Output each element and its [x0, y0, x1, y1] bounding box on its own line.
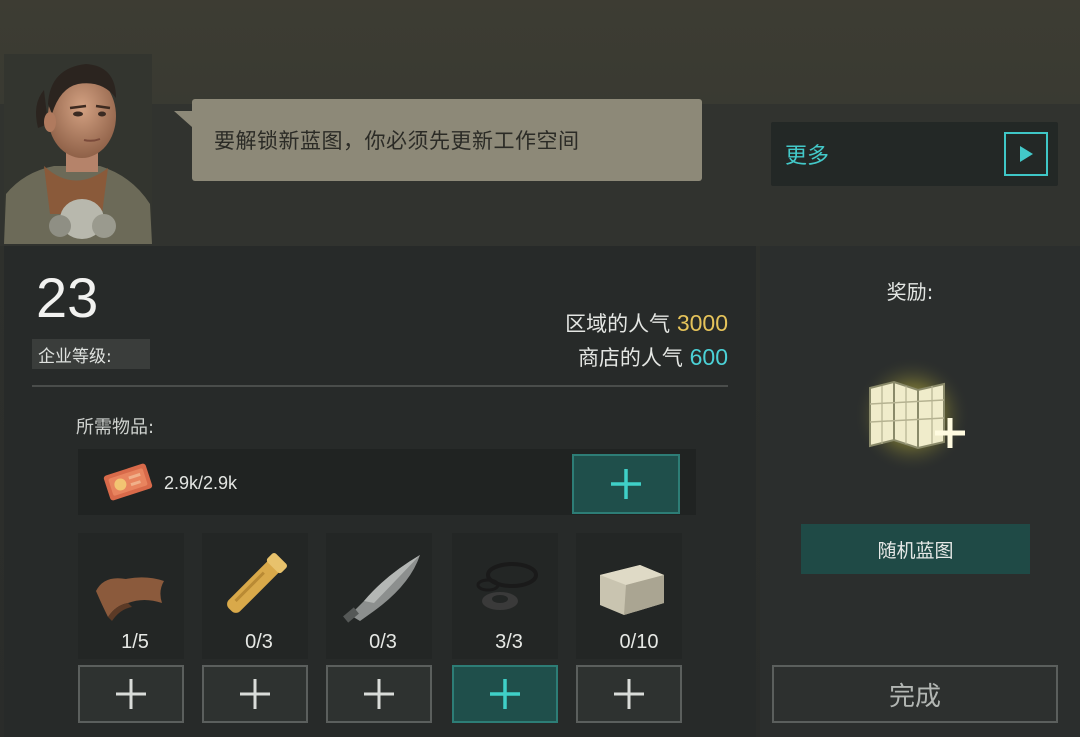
add-currency-button[interactable]	[572, 454, 680, 514]
reward-title: 奖励:	[886, 280, 934, 304]
background-top	[0, 0, 1080, 104]
stone-block-icon	[600, 565, 664, 615]
ticket-currency-icon	[103, 463, 153, 501]
plus-icon	[490, 679, 520, 709]
gasket-rings-icon	[476, 562, 538, 610]
npc-portrait	[4, 54, 152, 244]
add-gaskets-button[interactable]	[452, 665, 558, 723]
store-popularity-value: 600	[689, 344, 728, 370]
add-leather-button[interactable]	[78, 665, 184, 723]
item-count: 3/3	[495, 631, 523, 653]
plus-icon	[240, 679, 270, 709]
dialog-message: 要解锁新蓝图，你必须先更新工作空间	[214, 129, 580, 153]
blueprint-map-plus-icon	[854, 357, 970, 473]
play-triangle-icon	[1004, 132, 1048, 176]
region-popularity-value: 3000	[676, 310, 728, 336]
currency-amount: 2.9k/2.9k	[164, 473, 238, 493]
add-blade-button[interactable]	[326, 665, 432, 723]
item-count: 0/3	[245, 631, 273, 653]
item-count: 1/5	[121, 631, 149, 653]
divider	[32, 385, 728, 387]
leather-icon	[96, 577, 164, 621]
more-label: 更多	[785, 144, 830, 169]
required-items-title: 所需物品:	[76, 417, 155, 438]
add-stone-button[interactable]	[576, 665, 682, 723]
item-count: 0/3	[369, 631, 397, 653]
plus-icon	[116, 679, 146, 709]
knife-blade-icon	[343, 555, 420, 623]
region-popularity-label: 区域的人气	[565, 312, 671, 336]
company-level-value: 23	[36, 266, 99, 329]
done-button[interactable]: 完成	[772, 665, 1058, 723]
wooden-handle-icon	[227, 553, 287, 613]
plus-icon	[614, 679, 644, 709]
region-popularity: 区域的人气 3000	[565, 308, 728, 338]
dialog-bubble: 要解锁新蓝图，你必须先更新工作空间	[174, 99, 702, 181]
random-blueprint-button[interactable]: 随机蓝图	[801, 524, 1030, 574]
store-popularity-label: 商店的人气	[577, 346, 683, 370]
plus-icon	[611, 469, 641, 499]
add-handle-button[interactable]	[202, 665, 308, 723]
reward-panel	[760, 246, 1080, 737]
more-button[interactable]: 更多	[771, 122, 1058, 186]
plus-icon	[364, 679, 394, 709]
store-popularity: 商店的人气 600	[578, 342, 728, 372]
item-count: 0/10	[619, 631, 659, 653]
company-level-label: 企业等级:	[32, 339, 150, 369]
